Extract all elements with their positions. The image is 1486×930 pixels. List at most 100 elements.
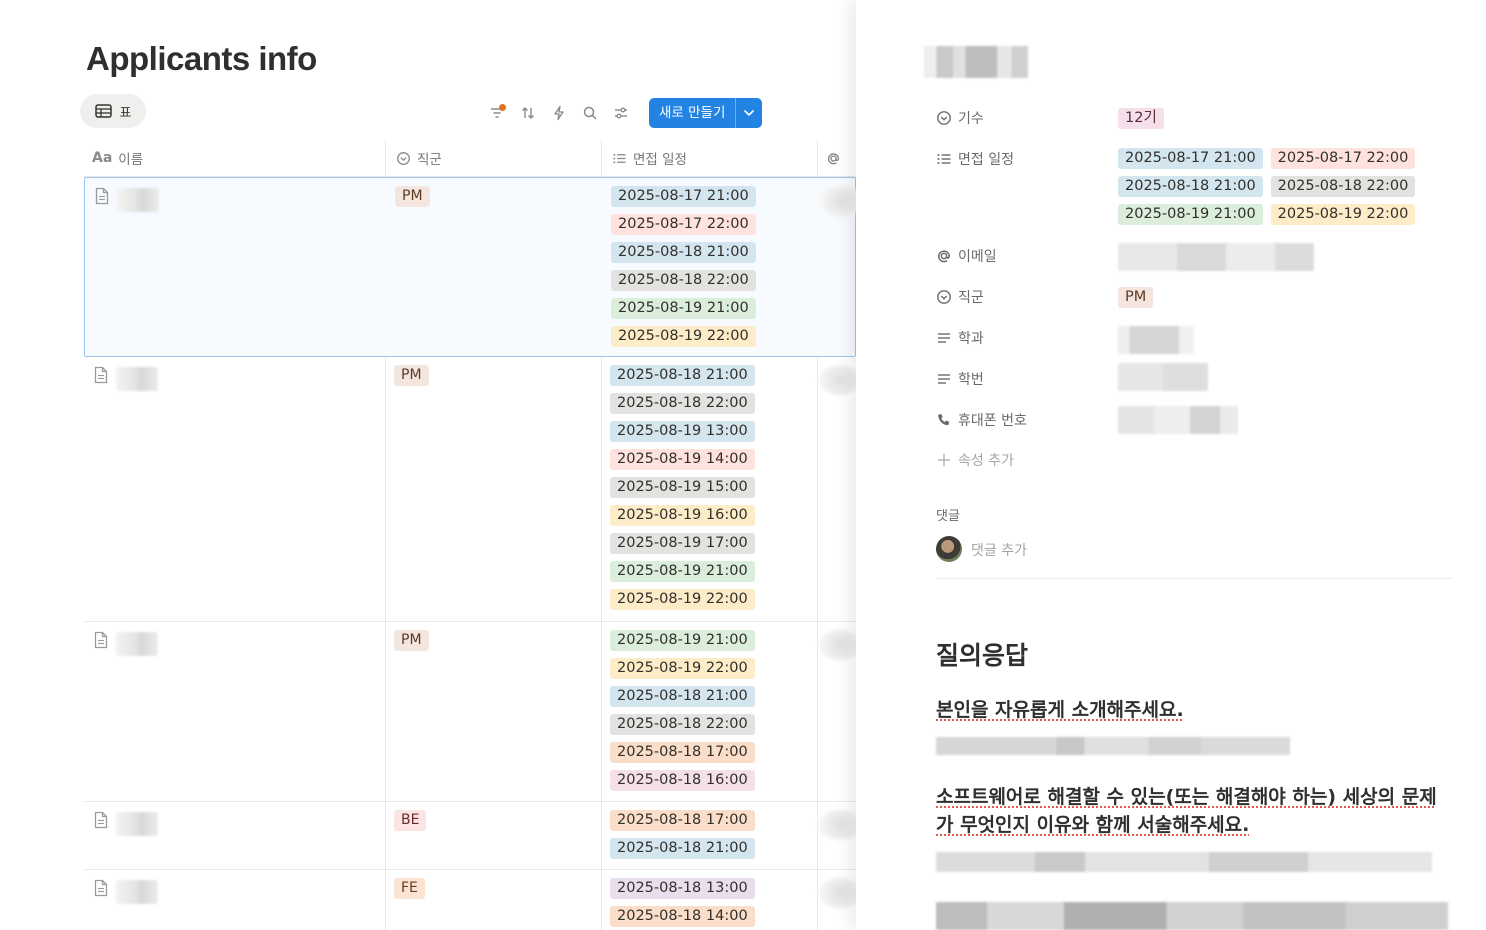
schedule-date-tag: 2025-08-18 17:00 xyxy=(610,810,755,831)
column-header-schedule[interactable]: 면접 일정 xyxy=(612,140,687,176)
property-schedule-value[interactable]: 2025-08-17 21:00 2025-08-17 22:00 2025-08-… xyxy=(1118,148,1416,225)
qa-heading: 질의응답 xyxy=(936,641,1029,670)
schedule-date-tag: 2025-08-18 21:00 xyxy=(611,242,756,263)
property-student-id[interactable]: 학번 xyxy=(936,369,984,389)
property-cohort-label: 기수 xyxy=(958,111,984,127)
role-tag: PM xyxy=(394,365,429,386)
property-student-id-label: 학번 xyxy=(958,372,984,388)
redacted-answer-1 xyxy=(936,737,1290,755)
redacted-email-cell[interactable] xyxy=(818,810,856,840)
schedule-date-tag: 2025-08-19 21:00 xyxy=(610,561,755,582)
schedule-date-tag: 2025-08-19 15:00 xyxy=(610,477,755,498)
column-header-name[interactable]: Aa 이름 xyxy=(92,140,143,176)
comments-divider xyxy=(936,578,1452,579)
column-header-email[interactable] xyxy=(826,140,841,176)
property-schedule-label: 면접 일정 xyxy=(958,152,1014,168)
schedule-date-tag: 2025-08-18 22:00 xyxy=(610,393,755,414)
property-cohort[interactable]: 기수 xyxy=(936,108,984,128)
search-icon[interactable] xyxy=(579,103,600,124)
sort-icon[interactable] xyxy=(517,103,538,124)
column-schedule-label: 면접 일정 xyxy=(633,152,687,168)
property-schedule[interactable]: 면접 일정 xyxy=(936,149,1014,169)
page-icon xyxy=(94,631,108,649)
schedule-tags: 2025-08-18 21:00 2025-08-18 22:00 2025-08-… xyxy=(610,365,755,610)
table-row[interactable]: PM 2025-08-19 21:00 2025-08-19 22:00 2025-0… xyxy=(84,622,856,802)
schedule-date-tag: 2025-08-18 21:00 xyxy=(610,686,755,707)
new-button-label: 새로 만들기 xyxy=(649,98,737,128)
schedule-tags: 2025-08-18 17:00 2025-08-18 21:00 xyxy=(610,810,755,859)
table-row[interactable]: FE 2025-08-18 13:00 2025-08-18 14:00 xyxy=(84,870,856,930)
cohort-tag: 12기 xyxy=(1118,108,1164,129)
redacted-email-value xyxy=(1118,243,1314,271)
text-type-icon: Aa xyxy=(92,150,113,166)
add-property-button[interactable]: 속성 추가 xyxy=(936,450,1014,470)
redacted-email-cell[interactable] xyxy=(818,878,856,908)
database-table-view: Applicants info 표 새로 만들기 Aa 이름 직군 면접 일정 … xyxy=(0,0,856,930)
schedule-date-tag: 2025-08-18 21:00 xyxy=(610,365,755,386)
avatar xyxy=(936,536,962,562)
redacted-answer-2-line-2 xyxy=(936,902,1448,930)
column-header-role[interactable]: 직군 xyxy=(396,140,442,176)
schedule-date-tag: 2025-08-18 22:00 xyxy=(1270,176,1416,197)
redacted-applicant-name[interactable] xyxy=(117,188,159,212)
property-cohort-value[interactable]: 12기 xyxy=(1118,107,1164,129)
redacted-applicant-name[interactable] xyxy=(116,880,158,904)
automation-lightning-icon[interactable] xyxy=(548,103,569,124)
property-role-label: 직군 xyxy=(958,290,984,306)
role-tag: PM xyxy=(395,186,430,207)
schedule-tags: 2025-08-17 21:00 2025-08-17 22:00 2025-08-… xyxy=(611,186,756,347)
property-email[interactable]: 이메일 xyxy=(936,246,997,266)
side-peek-panel: 기수 12기 면접 일정 2025-08-17 21:00 2025-08-17 … xyxy=(856,0,1486,930)
schedule-date-tag: 2025-08-18 14:00 xyxy=(610,906,755,927)
comment-input[interactable]: 댓글 추가 xyxy=(971,540,1027,560)
role-tag: BE xyxy=(394,810,427,831)
schedule-tags: 2025-08-18 13:00 2025-08-18 14:00 xyxy=(610,878,755,927)
property-major-label: 학과 xyxy=(958,331,984,347)
redacted-applicant-name[interactable] xyxy=(116,632,158,656)
redacted-email-cell[interactable] xyxy=(818,365,856,395)
schedule-tags: 2025-08-19 21:00 2025-08-19 22:00 2025-08-… xyxy=(610,630,755,791)
add-property-label: 속성 추가 xyxy=(958,453,1014,469)
text-lines-icon xyxy=(938,374,950,384)
view-tab-table[interactable]: 표 xyxy=(80,94,146,128)
redacted-applicant-name[interactable] xyxy=(116,812,158,836)
settings-sliders-icon[interactable] xyxy=(610,103,631,124)
schedule-date-tag: 2025-08-19 22:00 xyxy=(611,326,756,347)
table-row[interactable]: PM 2025-08-18 21:00 2025-08-18 22:00 2025-0… xyxy=(84,357,856,622)
property-role-value[interactable]: PM xyxy=(1118,286,1154,308)
role-tag: FE xyxy=(394,878,425,899)
property-phone-label: 휴대폰 번호 xyxy=(958,413,1027,429)
page-icon xyxy=(94,366,108,384)
schedule-date-tag: 2025-08-19 14:00 xyxy=(610,449,755,470)
property-role[interactable]: 직군 xyxy=(936,287,984,307)
multi-select-type-icon xyxy=(937,154,951,164)
filter-icon[interactable] xyxy=(486,103,507,124)
chevron-down-icon[interactable] xyxy=(736,98,762,128)
schedule-date-tag: 2025-08-19 22:00 xyxy=(1270,204,1416,225)
property-major[interactable]: 학과 xyxy=(936,328,984,348)
redacted-email-cell[interactable] xyxy=(819,186,856,216)
comments-heading: 댓글 xyxy=(936,509,960,524)
question-2: 소프트웨어로 해결할 수 있는(또는 해결해야 하는) 세상의 문제가 무엇인지… xyxy=(936,786,1437,836)
new-button[interactable]: 새로 만들기 xyxy=(649,98,763,128)
schedule-date-tag: 2025-08-19 21:00 xyxy=(611,298,756,319)
schedule-date-tag: 2025-08-19 13:00 xyxy=(610,421,755,442)
table-row[interactable]: PM 2025-08-17 21:00 2025-08-17 22:00 2025-0… xyxy=(84,177,856,357)
page-icon xyxy=(94,879,108,897)
schedule-date-tag: 2025-08-18 16:00 xyxy=(610,770,755,791)
schedule-date-tag: 2025-08-18 21:00 xyxy=(1118,176,1263,197)
table-icon xyxy=(94,104,112,118)
schedule-date-tag: 2025-08-17 21:00 xyxy=(1118,148,1263,169)
redacted-student-id-value xyxy=(1118,363,1208,391)
redacted-major-value xyxy=(1118,326,1194,354)
table-row[interactable]: BE 2025-08-18 17:00 2025-08-18 21:00 xyxy=(84,802,856,870)
redacted-applicant-name[interactable] xyxy=(116,367,158,391)
schedule-date-tag: 2025-08-19 16:00 xyxy=(610,505,755,526)
redacted-phone-value xyxy=(1118,406,1238,434)
property-phone[interactable]: 휴대폰 번호 xyxy=(936,410,1027,430)
page-icon xyxy=(95,187,109,205)
schedule-date-tag: 2025-08-18 22:00 xyxy=(610,714,755,735)
redacted-email-cell[interactable] xyxy=(818,630,856,660)
schedule-date-tag: 2025-08-17 21:00 xyxy=(611,186,756,207)
view-tab-label: 표 xyxy=(119,105,132,121)
